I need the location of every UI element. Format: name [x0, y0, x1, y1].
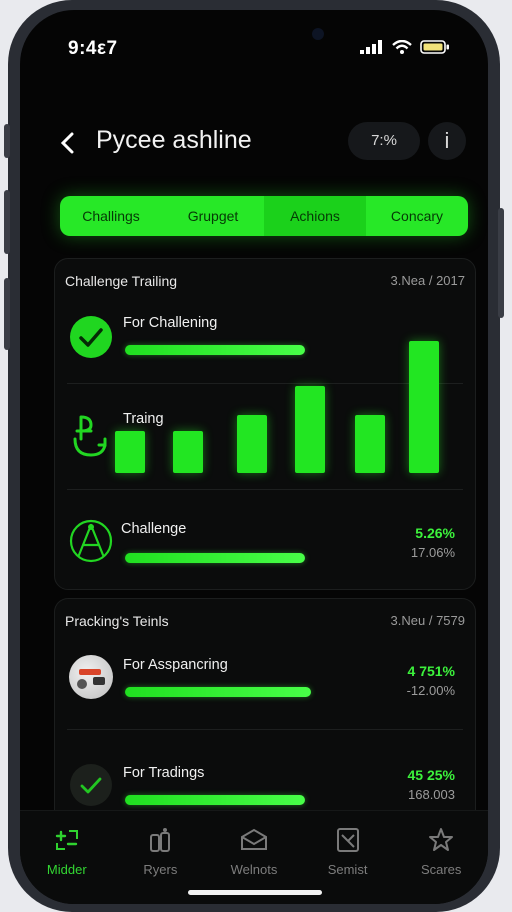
row-label-for-tradings: For Tradings — [123, 765, 205, 781]
progress-bar — [125, 795, 305, 805]
divider — [67, 489, 463, 490]
tab-bar: Challings Grupget Achions Concary — [60, 196, 468, 236]
row-label-for-challening: For Challening — [123, 315, 218, 331]
power-button — [498, 208, 504, 318]
chart-bar-3 — [237, 415, 267, 473]
chart-bar-1 — [115, 431, 145, 473]
nav-label: Semist — [327, 862, 368, 877]
chart-bar-4 — [295, 386, 325, 473]
check-circle-icon — [70, 316, 112, 358]
star-icon — [429, 828, 454, 851]
screen: 9:4ε7 Pycee ashline 7:% i Challings Grup… — [20, 10, 488, 904]
compass-icon — [69, 519, 113, 563]
envelope-icon — [240, 828, 267, 850]
document-icon — [336, 828, 359, 852]
mute-button — [4, 124, 10, 158]
people-icon — [150, 828, 171, 852]
card-date: 3.Neu / 7579 — [390, 613, 465, 628]
back-button[interactable] — [60, 130, 74, 161]
wifi-icon — [392, 40, 412, 54]
page-title: Pycee ashline — [96, 126, 252, 154]
card-date: 3.Nea / 2017 — [390, 273, 465, 288]
divider — [67, 729, 463, 730]
tab-challings[interactable]: Challings — [60, 196, 162, 236]
progress-bar — [125, 553, 305, 563]
percent-secondary: 168.003 — [408, 787, 455, 802]
stroller-icon — [73, 415, 107, 457]
info-button[interactable]: i — [428, 122, 466, 160]
signal-icon — [360, 40, 382, 54]
card-title: Pracking's Teinls — [65, 613, 169, 629]
percent-secondary: -12.00% — [406, 683, 455, 698]
tab-achions[interactable]: Achions — [264, 196, 366, 236]
avatar — [69, 655, 113, 699]
tab-concary[interactable]: Concary — [366, 196, 468, 236]
chart-bar-5 — [355, 415, 385, 473]
battery-icon — [420, 40, 449, 54]
percent-value: 45 25% — [407, 767, 455, 783]
plus-minus-icon — [55, 830, 78, 850]
check-circle-icon — [70, 764, 112, 806]
status-icons — [360, 40, 450, 54]
volume-down-button — [4, 278, 10, 350]
status-time: 9:4ε7 — [68, 38, 118, 59]
chevron-left-icon — [60, 132, 74, 154]
percent-value: 4 751% — [407, 663, 455, 679]
nav-label: Ryers — [143, 862, 178, 877]
bar-chart — [115, 339, 465, 473]
tab-grupget[interactable]: Grupget — [162, 196, 264, 236]
nav-item-scares[interactable]: Scares — [394, 811, 488, 904]
percent-secondary: 17.06% — [410, 545, 455, 560]
percent-value: 5.26% — [415, 525, 455, 541]
home-indicator[interactable] — [188, 890, 322, 895]
percent-pill[interactable]: 7:% — [348, 122, 420, 160]
nav-label: Welnots — [230, 862, 278, 877]
chart-bar-6 — [409, 341, 439, 473]
challenge-card: Challenge Trailing 3.Nea / 2017 For Chal… — [54, 258, 476, 590]
progress-bar — [125, 687, 311, 697]
row-label-challenge: Challenge — [121, 521, 187, 537]
tracking-card: Pracking's Teinls 3.Neu / 7579 For Asspa… — [54, 598, 476, 839]
header: Pycee ashline 7:% i — [20, 110, 488, 170]
volume-up-button — [4, 190, 10, 254]
phone-frame: 9:4ε7 Pycee ashline 7:% i Challings Grup… — [4, 0, 504, 912]
chart-bar-2 — [173, 431, 203, 473]
row-label-for-asspancring: For Asspancring — [123, 657, 228, 673]
camera — [312, 28, 324, 40]
card-title: Challenge Trailing — [65, 273, 178, 289]
nav-item-midder[interactable]: Midder — [20, 811, 114, 904]
nav-label: Midder — [46, 862, 87, 877]
nav-label: Scares — [420, 862, 462, 877]
